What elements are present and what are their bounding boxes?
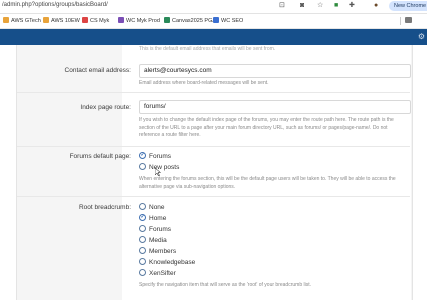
radio-option-knowledgebase[interactable]: Knowledgebase bbox=[139, 258, 195, 267]
settings-icon[interactable]: ⚙ bbox=[418, 32, 425, 41]
option-label: Home bbox=[149, 215, 167, 222]
radio-unselected-icon bbox=[139, 247, 146, 254]
radio-unselected-icon bbox=[139, 225, 146, 232]
new-chrome-button[interactable]: New Chrome av bbox=[389, 1, 427, 11]
default-email-hint: This is the default email address that e… bbox=[139, 46, 276, 52]
address-bar[interactable]: /admin.php?options/groups/basicBoard/ bbox=[2, 2, 108, 8]
option-label: New posts bbox=[149, 164, 180, 171]
bookmark-favicon-icon bbox=[82, 17, 88, 23]
bookmark-favicon-icon bbox=[3, 17, 9, 23]
bookmark-item[interactable]: WC Myk Prod bbox=[118, 17, 160, 25]
index-route-hint: If you wish to change the default index … bbox=[139, 117, 394, 138]
contact-email-label: Contact email address: bbox=[64, 67, 131, 74]
radio-unselected-icon bbox=[139, 236, 146, 243]
bookmark-favicon-icon bbox=[164, 17, 170, 23]
root-breadcrumb-label: Root breadcrumb: bbox=[78, 204, 131, 211]
radio-option-home[interactable]: ✓ Home bbox=[139, 214, 166, 223]
translate-icon[interactable]: ⊡ bbox=[279, 1, 285, 11]
radio-option-forums[interactable]: Forums bbox=[139, 225, 171, 234]
bookmark-favicon-icon bbox=[118, 17, 124, 23]
radio-selected-icon: ✓ bbox=[139, 214, 146, 221]
bookmark-label: AWS GTech bbox=[11, 18, 41, 24]
forums-default-hint: When entering the forums section, this w… bbox=[139, 176, 396, 190]
browser-toolbar: /admin.php?options/groups/basicBoard/ ⊡ … bbox=[0, 0, 427, 14]
contact-email-hint: Email address where board-related messag… bbox=[139, 80, 269, 86]
admin-header: ⚙ bbox=[0, 29, 427, 45]
radio-option-forums[interactable]: ✓ Forums bbox=[139, 152, 171, 161]
bookmark-label: CS Myk bbox=[90, 18, 110, 24]
option-label: Members bbox=[149, 248, 177, 255]
radio-option-xensifter[interactable]: XenSifter bbox=[139, 269, 176, 278]
bookmark-folder-icon[interactable] bbox=[405, 17, 412, 23]
camera-icon[interactable]: ◙ bbox=[300, 1, 304, 11]
bookmark-item[interactable]: AWS 10EW bbox=[43, 17, 80, 25]
extension-icon[interactable]: ■ bbox=[334, 1, 338, 11]
bookmark-label: AWS 10EW bbox=[51, 18, 80, 24]
divider bbox=[17, 92, 410, 93]
bookmark-item[interactable]: WC SEO bbox=[213, 17, 243, 25]
puzzle-icon[interactable]: ✚ bbox=[349, 1, 355, 11]
mouse-cursor-icon bbox=[155, 168, 161, 176]
forums-default-label: Forums default page: bbox=[69, 153, 131, 160]
contact-email-field[interactable]: alerts@courtesycs.com bbox=[139, 64, 411, 78]
bookmark-label: Canvas2025 PGA bbox=[172, 18, 217, 24]
option-label: Forums bbox=[149, 226, 172, 233]
option-label: XenSifter bbox=[149, 270, 176, 277]
radio-selected-icon: ✓ bbox=[139, 152, 146, 159]
option-label: None bbox=[149, 204, 165, 211]
option-label: Media bbox=[149, 237, 167, 244]
divider bbox=[17, 196, 410, 197]
radio-unselected-icon bbox=[139, 269, 146, 276]
bookmarks-divider bbox=[400, 17, 401, 25]
radio-option-members[interactable]: Members bbox=[139, 247, 176, 256]
option-label: Forums bbox=[149, 153, 172, 160]
bookmark-item[interactable]: AWS GTech bbox=[3, 17, 41, 25]
star-icon[interactable]: ☆ bbox=[317, 1, 323, 11]
bookmark-favicon-icon bbox=[43, 17, 49, 23]
radio-option-none[interactable]: None bbox=[139, 203, 165, 212]
radio-unselected-icon bbox=[139, 203, 146, 210]
option-label: Knowledgebase bbox=[149, 259, 196, 266]
bookmark-favicon-icon bbox=[213, 17, 219, 23]
radio-unselected-icon bbox=[139, 258, 146, 265]
root-breadcrumb-hint: Specify the navigation item that will se… bbox=[139, 282, 311, 288]
bookmark-item[interactable]: CS Myk bbox=[82, 17, 109, 25]
bookmark-label: WC Myk Prod bbox=[126, 18, 160, 24]
radio-option-media[interactable]: Media bbox=[139, 236, 167, 245]
divider bbox=[17, 146, 410, 147]
bookmarks-bar: AWS GTech AWS 10EW CS Myk WC Myk Prod Ca… bbox=[0, 14, 427, 29]
bookmark-label: WC SEO bbox=[221, 18, 244, 24]
avatar-icon[interactable]: ● bbox=[374, 1, 378, 11]
bookmark-item[interactable]: Canvas2025 PGA bbox=[164, 17, 216, 25]
radio-unselected-icon bbox=[139, 163, 146, 170]
index-route-field[interactable]: forums/ bbox=[139, 100, 411, 114]
index-route-label: Index page route: bbox=[80, 104, 131, 111]
